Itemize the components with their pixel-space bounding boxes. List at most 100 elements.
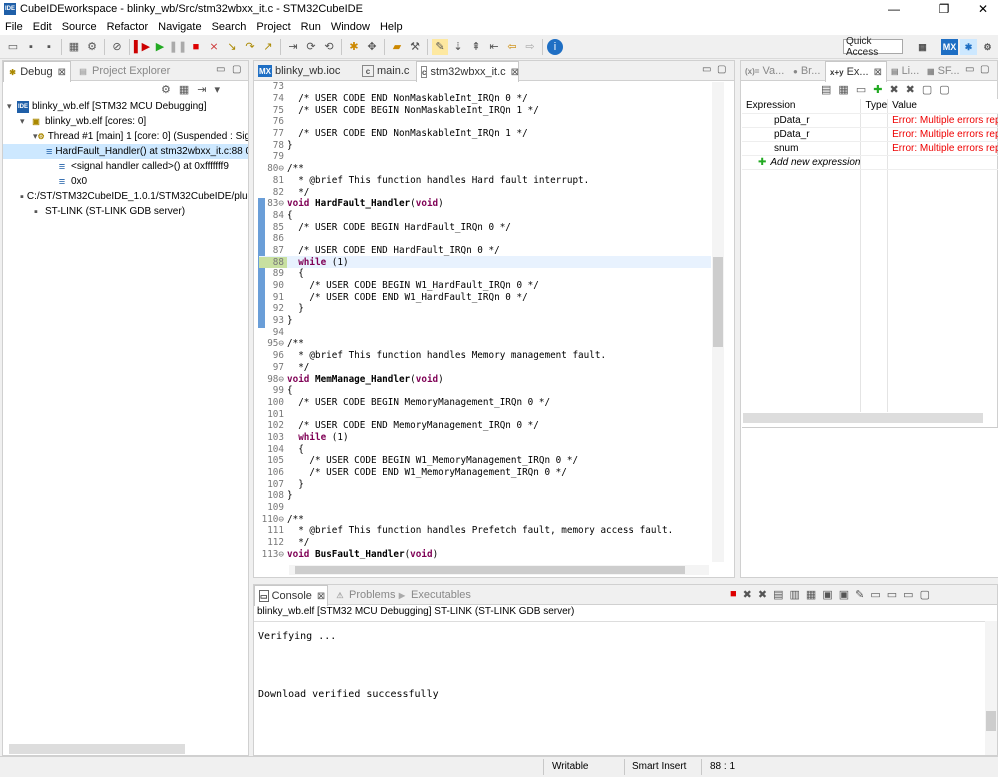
tab-stm32wbxx-it-c[interactable]: c stm32wbxx_it.c ⊠ — [416, 61, 519, 82]
open-perspective-icon[interactable]: ▦ — [914, 39, 931, 55]
pin-console-icon[interactable]: ✎ — [855, 588, 864, 601]
minimize-view-icon[interactable]: ▭ — [965, 64, 974, 75]
code-line[interactable]: 112 */ — [259, 537, 711, 549]
maximize-view-icon[interactable]: ▢ — [717, 64, 726, 75]
forward-icon[interactable]: ⇨ — [522, 39, 538, 55]
debug-tree-item[interactable]: ▾ ▣ blinky_wb.elf [cores: 0] — [3, 114, 248, 129]
debug-config-icon[interactable]: ⚙ — [84, 39, 100, 55]
maximize-view-icon[interactable]: ▢ — [920, 588, 930, 601]
code-line[interactable]: 73 — [259, 81, 711, 93]
menu-search[interactable]: Search — [207, 21, 252, 33]
menu-project[interactable]: Project — [251, 21, 295, 33]
step-return-icon[interactable]: ↗ — [260, 39, 276, 55]
instruction-stepping-icon[interactable]: ⇥ — [285, 39, 301, 55]
terminate-icon[interactable]: ■ — [188, 39, 204, 55]
step-into-icon[interactable]: ↘ — [224, 39, 240, 55]
code-line[interactable]: 98⊖ void MemManage_Handler(void) — [259, 373, 711, 385]
vertical-scrollbar-thumb[interactable] — [713, 257, 723, 347]
maximize-button[interactable]: ❐ — [929, 0, 959, 18]
quick-access-input[interactable]: Quick Access — [843, 36, 903, 58]
debug-view-tool-icon[interactable]: ⚙ — [161, 83, 171, 96]
save-icon[interactable]: ▪ — [23, 39, 39, 55]
build-icon[interactable]: ▦ — [66, 39, 82, 55]
code-line[interactable]: 95⊖/** — [259, 338, 711, 350]
code-line[interactable]: 105 /* USER CODE BEGIN W1_MemoryManageme… — [259, 455, 711, 467]
menu-window[interactable]: Window — [326, 21, 375, 33]
debug-view-tool-icon[interactable]: ⇥ — [197, 83, 206, 96]
code-line[interactable]: 91 /* USER CODE END W1_HardFault_IRQn 0 … — [259, 291, 711, 303]
horizontal-scrollbar-thumb[interactable] — [295, 566, 685, 574]
menu-refactor[interactable]: Refactor — [102, 21, 154, 33]
open-console-icon[interactable]: ▭ — [887, 588, 897, 601]
mark-occurrences-icon[interactable]: ✎ — [432, 38, 448, 55]
table-row[interactable]: snum Error: Multiple errors reported.\ Fa… — [742, 141, 998, 156]
horizontal-scrollbar[interactable] — [289, 565, 709, 575]
save-all-icon[interactable]: ▪ — [41, 39, 57, 55]
code-line[interactable]: 83⊖ void HardFault_Handler(void) — [259, 198, 711, 210]
debug-tree-item[interactable]: ≡ <signal handler called>() at 0xfffffff9 — [3, 159, 248, 174]
details-pane[interactable] — [742, 427, 998, 577]
vertical-scrollbar[interactable] — [712, 82, 724, 562]
remove-all-icon[interactable]: ✖ — [906, 83, 915, 96]
remove-all-icon[interactable]: ✖ — [758, 588, 767, 601]
scroll-lock-icon[interactable]: ▥ — [790, 588, 800, 601]
tab-sfrs[interactable]: ▦ SF... — [923, 61, 964, 81]
code-line[interactable]: 94 — [259, 326, 711, 338]
code-line[interactable]: 82 */ — [259, 186, 711, 198]
tab-project-explorer[interactable]: ▤ Project Explorer — [73, 61, 174, 81]
code-area[interactable]: 73 74 /* USER CODE END NonMaskableInt_IRQ… — [259, 81, 711, 559]
code-line[interactable]: 102 /* USER CODE END MemoryManagement_IR… — [259, 420, 711, 432]
vertical-scrollbar[interactable] — [985, 621, 997, 755]
console-output[interactable]: Verifying ... Download verified successfu… — [258, 631, 978, 701]
remove-icon[interactable]: ✖ — [889, 83, 898, 96]
code-line[interactable]: 106 /* USER CODE END W1_MemoryManagement… — [259, 467, 711, 479]
code-line[interactable]: 108} — [259, 490, 711, 502]
add-expression-row[interactable]: ✚ Add new expression — [742, 155, 998, 170]
disconnect-icon[interactable]: ⨯ — [206, 39, 222, 55]
perspective-mx-button[interactable]: MX — [941, 39, 958, 55]
code-line[interactable]: 78} — [259, 139, 711, 151]
code-line[interactable]: 109 — [259, 502, 711, 514]
debug-view-tool-icon[interactable]: ▦ — [179, 83, 189, 96]
column-header-expression[interactable]: Expression — [742, 99, 862, 114]
code-line[interactable]: 86 — [259, 233, 711, 245]
code-line[interactable]: 99{ — [259, 385, 711, 397]
debug-icon[interactable]: ✱ — [346, 39, 362, 55]
minimize-view-icon[interactable]: ▭ — [216, 64, 225, 75]
minimize-button[interactable]: — — [879, 0, 909, 18]
debug-tree-item[interactable]: ▾ ⚙ Thread #1 [main] 1 [core: 0] (Suspende… — [3, 129, 248, 144]
perspective-cpp-button[interactable]: ⚙ — [979, 39, 996, 55]
code-line[interactable]: 113⊖ void BusFault_Handler(void) — [259, 549, 711, 559]
tab-breakpoints[interactable]: ● Br... — [789, 61, 824, 81]
debug-tree-item[interactable]: ▪ C:/ST/STM32CubeIDE_1.0.1/STM32CubeIDE/p… — [3, 189, 248, 204]
tab-expressions[interactable]: x+y Ex... ⊠ — [825, 61, 887, 82]
code-line[interactable]: 87 /* USER CODE END HardFault_IRQn 0 */ — [259, 245, 711, 257]
back-icon[interactable]: ⇦ — [504, 39, 520, 55]
vertical-scrollbar-thumb[interactable] — [986, 711, 996, 731]
tab-console[interactable]: ▭ Console ⊠ — [254, 585, 328, 606]
menu-source[interactable]: Source — [57, 21, 102, 33]
code-line[interactable]: 77 /* USER CODE END NonMaskableInt_IRQn … — [259, 128, 711, 140]
code-line[interactable]: 110⊖/** — [259, 513, 711, 525]
code-line[interactable]: 96 * @brief This function handles Memory… — [259, 350, 711, 362]
menu-run[interactable]: Run — [296, 21, 326, 33]
restart-icon[interactable]: ▌▶ — [134, 39, 150, 55]
tab-live-expressions[interactable]: ▤ Li... — [887, 61, 923, 81]
info-icon[interactable]: i — [547, 38, 563, 55]
close-tab-icon[interactable]: ⊠ — [874, 67, 882, 78]
run-icon[interactable]: ✥ — [364, 39, 380, 55]
tab-problems[interactable]: ⚠ Problems — [330, 585, 399, 605]
menu-edit[interactable]: Edit — [28, 21, 57, 33]
code-line[interactable]: 107 } — [259, 478, 711, 490]
open-folder-icon[interactable]: ▰ — [389, 39, 405, 55]
code-line[interactable]: 76 — [259, 116, 711, 128]
perspective-debug-button[interactable]: ✱ — [960, 39, 977, 55]
tab-blinky-ioc[interactable]: MX blinky_wb.ioc — [254, 61, 357, 81]
code-line[interactable]: 84{ — [259, 210, 711, 222]
maximize-view-icon[interactable]: ▢ — [980, 64, 989, 75]
show-on-error-icon[interactable]: ▣ — [839, 588, 849, 601]
debug-tree-item[interactable]: ▾ IDE blinky_wb.elf [STM32 MCU Debugging] — [3, 99, 248, 114]
menu-navigate[interactable]: Navigate — [153, 21, 206, 33]
next-annotation-icon[interactable]: ⇣ — [450, 39, 466, 55]
code-line[interactable]: 92 } — [259, 303, 711, 315]
